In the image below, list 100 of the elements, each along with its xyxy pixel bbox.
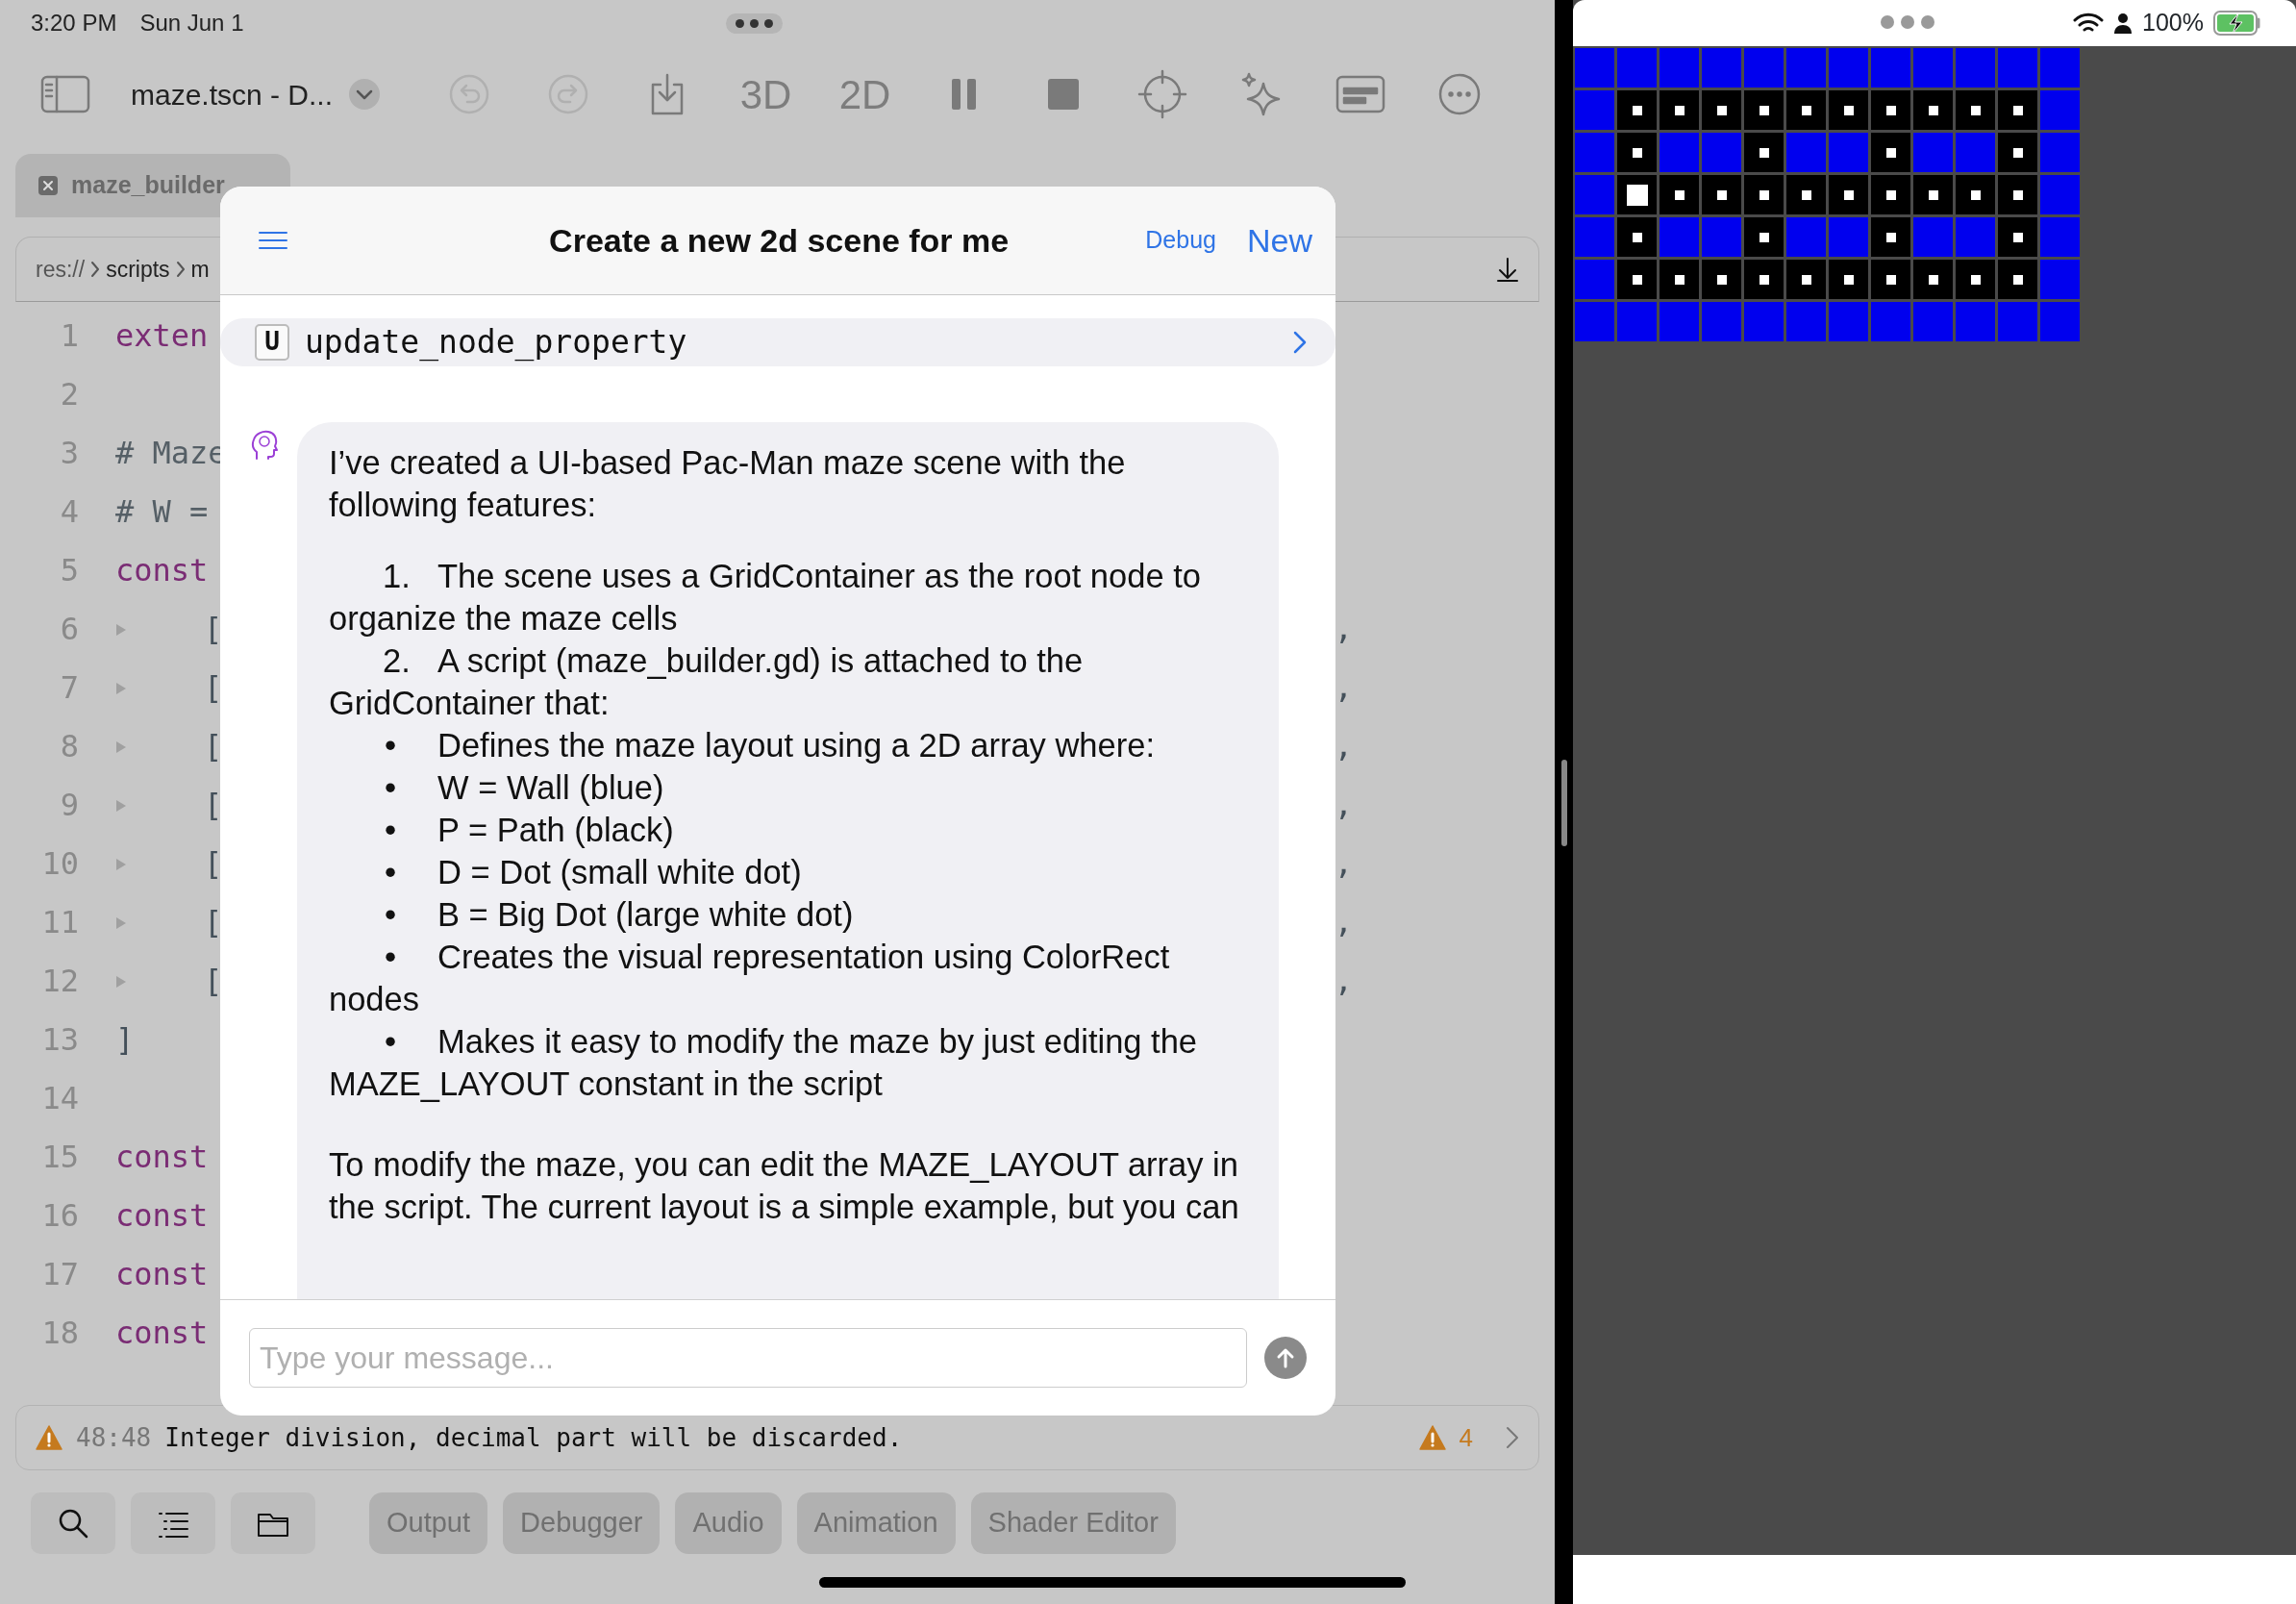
message-text: • Defines the maze layout using a 2D array where: [384, 725, 1156, 765]
debug-button[interactable]: Debug [1145, 222, 1216, 259]
panel-tab[interactable]: Audio [675, 1492, 782, 1554]
person-icon [2113, 13, 2134, 34]
folder-button[interactable] [231, 1492, 315, 1554]
wall-tile [1829, 217, 1868, 257]
message-text: • Makes it easy to modify the maze by just editing the MAZE_LAYOUT constant in the script [329, 1021, 1199, 1104]
line-number: 9 [59, 785, 79, 825]
wall-tile [1786, 217, 1826, 257]
chevron-down-icon[interactable] [348, 78, 382, 111]
multitasking-dots[interactable] [725, 13, 783, 34]
fold-arrow-icon[interactable] [115, 623, 127, 637]
new-chat-button[interactable]: New [1246, 215, 1312, 265]
line-number: 10 [40, 843, 79, 884]
panel-tab[interactable]: Shader Editor [970, 1492, 1176, 1554]
fold-arrow-icon[interactable] [115, 740, 127, 754]
menu-icon[interactable] [259, 231, 287, 250]
message-text: • D = Dot (small white dot) [384, 852, 803, 892]
wall-tile [2040, 175, 2080, 214]
wall-tile [1829, 133, 1868, 172]
problem-message[interactable]: Integer division, decimal part will be discarded. [164, 1418, 903, 1457]
code-text: [ [204, 843, 223, 884]
breadcrumb-item[interactable]: scripts [106, 252, 170, 287]
panel-tab[interactable]: Debugger [503, 1492, 661, 1554]
wall-tile [2040, 302, 2080, 341]
view-3d-button[interactable]: 3D [739, 63, 792, 125]
search-button[interactable] [31, 1492, 115, 1554]
wall-tile [1660, 48, 1699, 88]
scroll-handle[interactable] [1561, 760, 1567, 846]
wall-tile [1575, 133, 1614, 172]
wall-tile [1575, 48, 1614, 88]
warning-icon [36, 1424, 62, 1451]
multitasking-dots[interactable] [1881, 15, 1934, 29]
fold-arrow-icon[interactable] [115, 799, 127, 813]
pause-icon[interactable] [950, 78, 978, 111]
wall-tile [1575, 175, 1614, 214]
message-input[interactable]: Type your message... [249, 1328, 1247, 1388]
line-number: 11 [40, 902, 79, 942]
chevron-right-icon[interactable] [1506, 1426, 1519, 1449]
problem-position: 48:48 [76, 1421, 152, 1454]
view-2d-button[interactable]: 2D [838, 63, 891, 125]
line-number: 15 [40, 1137, 79, 1177]
code-text: [ [204, 961, 223, 1001]
download-icon[interactable] [1496, 257, 1519, 282]
fold-arrow-icon[interactable] [115, 916, 127, 930]
code-text: , [1334, 902, 1353, 942]
tab-label: maze_builder [71, 170, 225, 201]
panel-tab[interactable]: Output [369, 1492, 488, 1554]
scene-menu[interactable]: maze.tscn - D... [131, 72, 334, 116]
wall-tile [1660, 217, 1699, 257]
crosshair-icon[interactable] [1136, 69, 1187, 119]
code-text: [ [204, 902, 223, 942]
wall-tile [2040, 260, 2080, 299]
code-text: , [1334, 609, 1353, 649]
outline-button[interactable] [131, 1492, 215, 1554]
wall-tile [1998, 48, 2037, 88]
fold-arrow-icon[interactable] [115, 858, 127, 871]
breadcrumb-item[interactable]: m [190, 252, 210, 287]
code-text: [ [204, 726, 223, 766]
wall-tile [1575, 302, 1614, 341]
wall-tile [1956, 302, 1995, 341]
wall-tile [1744, 302, 1784, 341]
breadcrumb-chevron-icon [90, 261, 101, 278]
wall-tile [1913, 217, 1953, 257]
line-number: 16 [40, 1195, 79, 1236]
wall-tile [1871, 302, 1910, 341]
wall-tile [1956, 48, 1995, 88]
arrow-up-icon [1276, 1347, 1295, 1368]
code-text: const [115, 1195, 209, 1236]
code-text: [ [204, 667, 223, 708]
line-number: 8 [59, 726, 79, 766]
code-text: const [115, 1137, 209, 1177]
fold-arrow-icon[interactable] [115, 975, 127, 989]
breadcrumb-item[interactable]: res:// [36, 252, 86, 287]
message-text: • B = Big Dot (large white dot) [384, 894, 855, 935]
brain-head-icon [251, 429, 278, 461]
code-text: exten [115, 315, 209, 356]
wall-tile [1702, 48, 1741, 88]
panel-icon[interactable] [1335, 75, 1385, 113]
close-icon[interactable] [38, 176, 58, 195]
more-icon[interactable] [1437, 73, 1481, 115]
search-icon [57, 1507, 89, 1540]
wall-tile [1956, 217, 1995, 257]
panel-tab[interactable]: Animation [796, 1492, 956, 1554]
line-number: 5 [59, 550, 79, 590]
wall-tile [1913, 48, 1953, 88]
fold-arrow-icon[interactable] [115, 682, 127, 695]
line-number: 2 [59, 374, 79, 414]
stop-icon[interactable] [1046, 78, 1080, 111]
code-text: , [1334, 961, 1353, 1001]
wall-tile [1660, 302, 1699, 341]
message-text: 2. A script (maze_builder.gd) is attached to the GridContainer that: [329, 640, 1085, 723]
line-number: 7 [59, 667, 79, 708]
sidebar-toggle-icon[interactable] [40, 75, 90, 113]
send-button[interactable] [1264, 1337, 1307, 1379]
sparkles-icon[interactable] [1239, 72, 1283, 116]
chat-title: Create a new 2d scene for me [548, 220, 1011, 261]
wall-tile [1702, 217, 1741, 257]
wall-tile [1617, 302, 1657, 341]
tool-call-row[interactable]: U update_node_property [220, 318, 1335, 366]
